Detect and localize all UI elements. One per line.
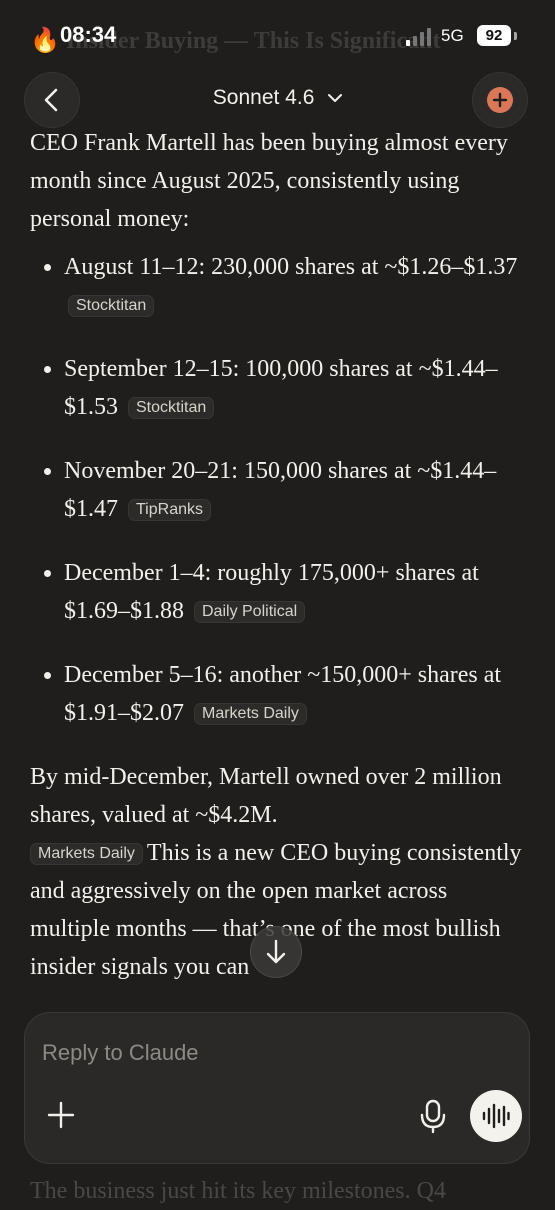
battery-level: 92 xyxy=(477,25,511,46)
chevron-down-icon xyxy=(328,94,343,103)
list-item: August 11–12: 230,000 shares at ~$1.26–$… xyxy=(30,248,530,324)
citation-chip[interactable]: Markets Daily xyxy=(30,843,143,865)
citation-chip[interactable]: Stocktitan xyxy=(68,295,155,317)
voice-waveform-icon xyxy=(482,1103,510,1129)
purchase-text: August 11–12: 230,000 shares at ~$1.26–$… xyxy=(64,254,518,280)
composer[interactable]: Reply to Claude xyxy=(24,1012,530,1164)
citation-chip[interactable]: TipRanks xyxy=(128,499,211,521)
network-type: 5G xyxy=(441,26,464,45)
ghost-next-paragraph: The business just hit its key milestones… xyxy=(30,1178,446,1204)
plus-circle-icon xyxy=(487,87,513,113)
battery-tip xyxy=(514,32,517,40)
citation-chip[interactable]: Daily Political xyxy=(194,601,306,623)
purchase-list: August 11–12: 230,000 shares at ~$1.26–$… xyxy=(30,248,530,732)
citation-chip[interactable]: Markets Daily xyxy=(194,703,307,725)
list-item: September 12–15: 100,000 shares at ~$1.4… xyxy=(30,350,530,426)
plus-icon[interactable] xyxy=(46,1100,76,1130)
arrow-down-icon xyxy=(266,939,286,964)
microphone-icon[interactable] xyxy=(418,1098,448,1134)
status-bar: 08:34 5G 92 xyxy=(0,0,555,70)
scroll-to-bottom-button[interactable] xyxy=(250,926,302,978)
assistant-message: CEO Frank Martell has been buying almost… xyxy=(30,124,530,986)
voice-mode-button[interactable] xyxy=(470,1090,522,1142)
model-name: Sonnet 4.6 xyxy=(212,86,315,109)
list-item: December 1–4: roughly 175,000+ shares at… xyxy=(30,554,530,630)
signal-icon xyxy=(406,28,431,46)
list-item: December 5–16: another ~150,000+ shares … xyxy=(30,656,530,732)
list-item: November 20–21: 150,000 shares at ~$1.44… xyxy=(30,452,530,528)
status-time: 08:34 xyxy=(60,22,117,47)
reply-input[interactable]: Reply to Claude xyxy=(42,1040,199,1066)
new-chat-button[interactable] xyxy=(472,72,528,128)
summary-text-1: By mid-December, Martell owned over 2 mi… xyxy=(30,764,502,828)
citation-chip[interactable]: Stocktitan xyxy=(128,397,215,419)
intro-paragraph: CEO Frank Martell has been buying almost… xyxy=(30,130,508,232)
